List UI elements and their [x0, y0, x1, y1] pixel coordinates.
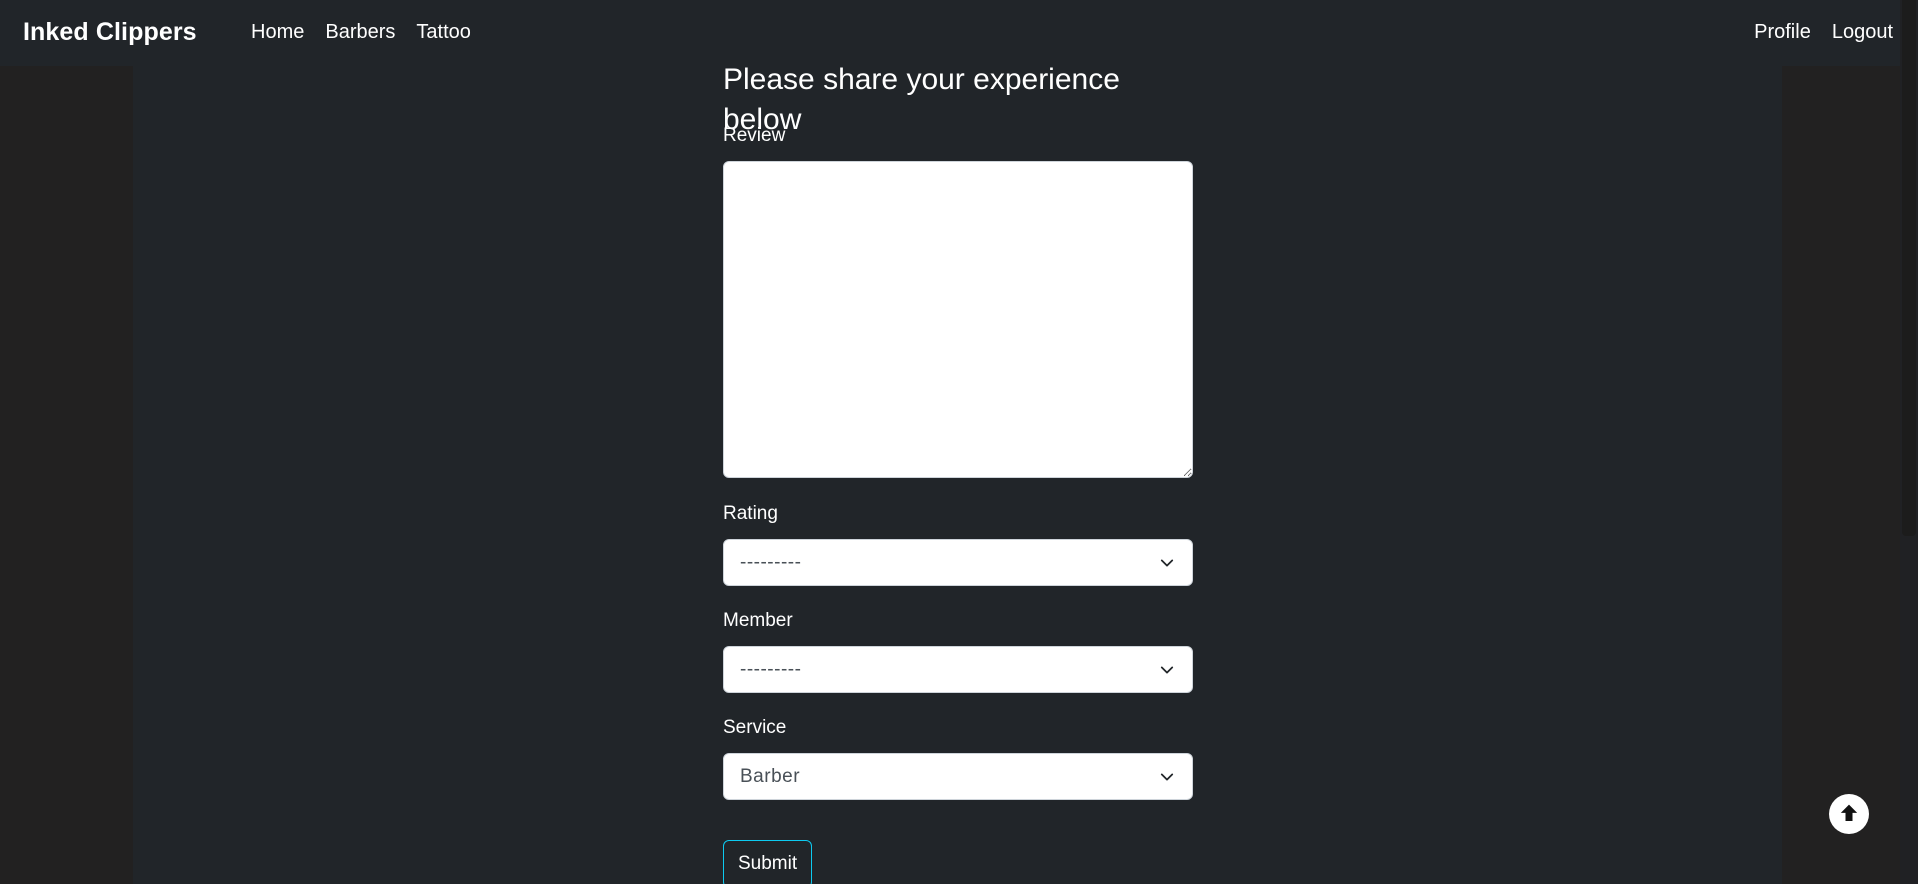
nav-left-links: Home Barbers Tattoo: [251, 21, 471, 44]
service-selected-value: Barber: [740, 765, 801, 787]
chevron-down-icon: [1160, 666, 1174, 674]
right-gutter: [1782, 0, 1918, 884]
submit-button[interactable]: Submit: [723, 840, 813, 884]
scrollbar-thumb[interactable]: [1902, 0, 1916, 536]
chevron-down-icon: [1160, 773, 1174, 781]
back-to-top-button[interactable]: [1829, 794, 1869, 834]
navbar: Inked Clippers Home Barbers Tattoo Profi…: [0, 0, 1918, 66]
review-textarea[interactable]: [723, 161, 1193, 478]
arrow-up-circle-icon: [1836, 801, 1862, 827]
member-label: Member: [723, 610, 793, 631]
nav-right-links: Profile Logout: [1754, 21, 1893, 44]
left-gutter: [0, 0, 133, 884]
nav-link-home[interactable]: Home: [251, 21, 304, 44]
rating-label: Rating: [723, 503, 778, 524]
member-selected-value: ---------: [740, 658, 802, 680]
page: Inked Clippers Home Barbers Tattoo Profi…: [0, 0, 1918, 884]
rating-selected-value: ---------: [740, 551, 802, 573]
form-title: Please share your experience below: [723, 63, 1120, 136]
chevron-down-icon: [1160, 559, 1174, 567]
service-select[interactable]: Barber: [723, 753, 1193, 800]
nav-link-tattoo[interactable]: Tattoo: [416, 21, 470, 44]
service-label: Service: [723, 717, 787, 738]
nav-link-barbers[interactable]: Barbers: [325, 21, 395, 44]
page-scrollbar[interactable]: [1900, 0, 1918, 884]
rating-select[interactable]: ---------: [723, 539, 1193, 586]
member-select[interactable]: ---------: [723, 646, 1193, 693]
nav-link-logout[interactable]: Logout: [1832, 21, 1893, 44]
review-form: Please share your experience below Revie…: [723, 60, 1193, 884]
brand-link[interactable]: Inked Clippers: [23, 18, 197, 47]
review-label: Review: [723, 125, 786, 146]
nav-link-profile[interactable]: Profile: [1754, 21, 1811, 44]
